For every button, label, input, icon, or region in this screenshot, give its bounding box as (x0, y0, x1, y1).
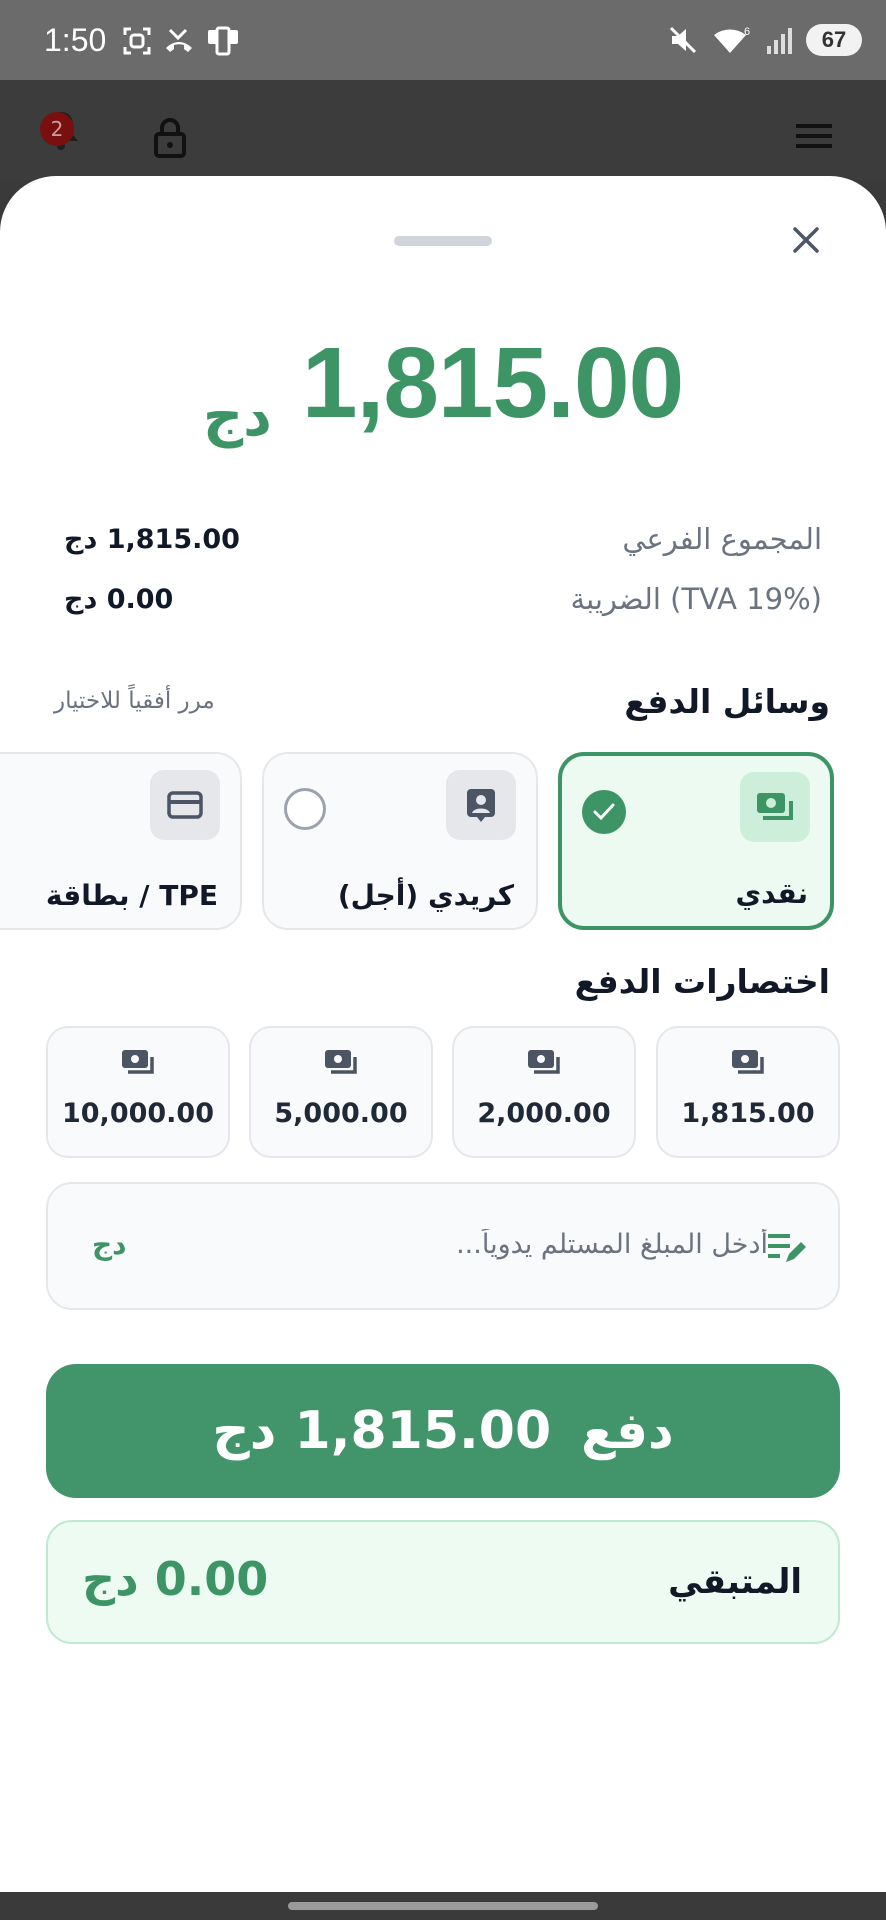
close-icon (793, 227, 819, 253)
quick-amount-button[interactable]: 10,000.00 (46, 1026, 230, 1158)
tax-row: 0.00 دج الضريبة (TVA 19%) (64, 582, 822, 616)
total-currency: دج (202, 384, 272, 449)
app-header: 2 (0, 80, 886, 180)
method-icon-box (150, 770, 220, 840)
missed-call-icon (166, 28, 192, 52)
notification-badge: 2 (40, 112, 74, 146)
cash-icon (528, 1050, 560, 1074)
lock-icon (154, 118, 186, 158)
cash-icon (732, 1050, 764, 1074)
quick-amount-label: 2,000.00 (477, 1098, 611, 1129)
hamburger-menu-icon (796, 124, 832, 148)
pay-button-amount: 1,815.00 دج (212, 1401, 552, 1461)
status-left-icons (122, 26, 240, 56)
status-right-icons: 6 67 (668, 24, 862, 56)
total-amount: 1,815.00 (301, 327, 684, 439)
status-time: 1:50 (44, 22, 107, 58)
manual-currency: دج (92, 1228, 127, 1261)
radio-unselected[interactable] (284, 788, 326, 830)
method-icon-box (740, 772, 810, 842)
subtotal-label: المجموع الفرعي (622, 522, 822, 556)
payment-sheet: دج 1,815.00 1,815.00 دج المجموع الفرعي 0… (0, 176, 886, 1892)
device-icon (208, 26, 238, 56)
cash-icon (325, 1050, 357, 1074)
quick-amount-button[interactable]: 1,815.00 (656, 1026, 840, 1158)
method-label: بطاقة / TPE (45, 879, 218, 912)
quick-amount-label: 5,000.00 (274, 1098, 408, 1129)
quick-amount-button[interactable]: 2,000.00 (452, 1026, 636, 1158)
pay-button[interactable]: 1,815.00 دج دفع (46, 1364, 840, 1498)
selected-check (582, 790, 626, 834)
check-icon (593, 803, 615, 821)
tax-label: الضريبة (TVA 19%) (570, 582, 822, 616)
remaining-label: المتبقي (668, 1562, 802, 1602)
close-button[interactable] (784, 218, 828, 262)
method-label: كريدي (أجل) (337, 879, 514, 912)
subtotal-row: 1,815.00 دج المجموع الفرعي (64, 522, 822, 556)
home-gesture-pill[interactable] (288, 1902, 598, 1910)
status-bar: 1:50 6 67 (0, 0, 886, 80)
manual-amount-field[interactable]: دج (46, 1182, 840, 1310)
signal-icon (767, 28, 792, 54)
total-display: دج 1,815.00 (0, 326, 886, 449)
cash-icon (757, 793, 793, 820)
scroll-hint: مرر أفقياً للاختيار (54, 688, 215, 714)
system-nav-bar (0, 1892, 886, 1920)
tax-value: 0.00 دج (64, 583, 174, 615)
quick-amount-label: 10,000.00 (61, 1098, 215, 1129)
contact-card-icon (467, 789, 495, 822)
method-icon-box (446, 770, 516, 840)
method-card-credit[interactable]: كريدي (أجل) (262, 752, 538, 930)
payment-methods-title: وسائل الدفع (624, 682, 830, 721)
lock-button[interactable] (152, 118, 188, 162)
subtotal-value: 1,815.00 دج (64, 523, 240, 555)
cash-icon (122, 1050, 154, 1074)
battery-indicator: 67 (806, 24, 862, 56)
wifi-badge: 6 (744, 26, 750, 38)
wifi-icon: 6 (714, 26, 750, 53)
remaining-value: 0.00 دج (82, 1552, 269, 1606)
pay-button-label: دفع (581, 1402, 674, 1460)
credit-card-icon (167, 791, 203, 819)
quick-amount-button[interactable]: 5,000.00 (249, 1026, 433, 1158)
screenshot-icon (123, 27, 151, 55)
mute-icon (669, 26, 697, 54)
method-card-tpe[interactable]: بطاقة / TPE (0, 752, 242, 930)
remaining-box: 0.00 دج المتبقي (46, 1520, 840, 1644)
edit-list-icon (768, 1230, 808, 1268)
drag-handle[interactable] (394, 236, 492, 246)
method-card-cash[interactable]: نقدي (558, 752, 834, 930)
menu-button[interactable] (796, 122, 832, 154)
manual-amount-input[interactable] (168, 1214, 768, 1274)
payment-shortcuts-title: اختصارات الدفع (574, 962, 830, 1001)
quick-amount-label: 1,815.00 (681, 1098, 815, 1129)
method-label: نقدي (735, 877, 808, 910)
